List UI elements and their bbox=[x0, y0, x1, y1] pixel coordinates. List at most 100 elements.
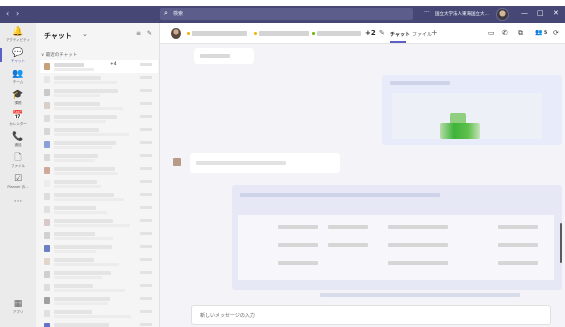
new-chat-icon[interactable]: ✎ bbox=[147, 30, 152, 37]
chat-time-redacted bbox=[140, 310, 152, 313]
member-name-3[interactable] bbox=[317, 31, 361, 36]
rail-item-calls[interactable]: 📞 通話 bbox=[0, 132, 36, 148]
redacted-text bbox=[196, 161, 286, 165]
chat-item[interactable] bbox=[40, 112, 158, 125]
filter-icon[interactable]: ≡ bbox=[136, 30, 141, 37]
chat-item[interactable] bbox=[40, 268, 158, 281]
chat-item[interactable] bbox=[40, 164, 158, 177]
chat-time-redacted bbox=[140, 193, 152, 196]
sender-avatar[interactable] bbox=[173, 158, 181, 166]
chat-name-redacted bbox=[54, 245, 112, 249]
chat-item[interactable] bbox=[40, 190, 158, 203]
minimize-icon[interactable]: — bbox=[521, 9, 528, 17]
forward-arrow-icon[interactable]: › bbox=[16, 9, 19, 18]
scrollbar-thumb[interactable] bbox=[560, 223, 562, 263]
message-bubble[interactable] bbox=[194, 48, 254, 64]
rail-item-activity[interactable]: 🔔 アクティビティ bbox=[0, 27, 36, 43]
message-bubble-own-image[interactable] bbox=[382, 75, 562, 145]
chat-time-redacted bbox=[140, 89, 152, 92]
chat-list-title[interactable]: チャット bbox=[44, 31, 72, 41]
popout-icon[interactable]: ⟳ bbox=[553, 29, 559, 37]
message-bubble[interactable] bbox=[190, 153, 340, 173]
chat-preview-redacted bbox=[54, 185, 101, 188]
chat-time-redacted bbox=[140, 219, 152, 222]
screen-share-icon[interactable]: ⧉ bbox=[518, 29, 523, 38]
chat-item[interactable] bbox=[40, 281, 158, 294]
chat-avatar bbox=[44, 310, 50, 317]
chat-item[interactable] bbox=[40, 203, 158, 216]
chat-item[interactable] bbox=[40, 138, 158, 151]
chat-time-redacted bbox=[140, 154, 152, 157]
table-attachment[interactable] bbox=[238, 215, 554, 280]
more-options-icon[interactable]: ··· bbox=[424, 9, 430, 16]
table-cell bbox=[328, 225, 368, 229]
chat-name-redacted bbox=[54, 128, 99, 132]
rail-item-planner[interactable]: ☑ Planner お... bbox=[0, 174, 36, 190]
chat-item[interactable] bbox=[40, 151, 158, 164]
rename-pencil-icon[interactable]: ✎ bbox=[379, 29, 385, 37]
chat-item[interactable] bbox=[40, 99, 158, 112]
chat-avatar bbox=[44, 232, 50, 239]
presence-dot-3 bbox=[312, 32, 315, 35]
chat-item[interactable] bbox=[40, 229, 158, 242]
recent-chats-header[interactable]: ∨ 最近のチャット bbox=[41, 52, 77, 58]
chat-name-redacted bbox=[54, 89, 118, 93]
rail-item-assignments[interactable]: 🎓 課題 bbox=[0, 90, 36, 106]
chat-item[interactable] bbox=[40, 255, 158, 268]
rail-item-calendar[interactable]: 📅 カレンダー bbox=[0, 111, 36, 127]
active-tab-indicator bbox=[390, 41, 406, 43]
group-avatar[interactable] bbox=[171, 28, 181, 39]
chat-preview-redacted bbox=[54, 68, 94, 71]
profile-avatar[interactable] bbox=[496, 8, 509, 21]
chat-item[interactable] bbox=[40, 307, 158, 320]
rail-item-teams[interactable]: 👥 チーム bbox=[0, 69, 36, 85]
tab-files[interactable]: ファイル bbox=[412, 31, 432, 38]
image-attachment[interactable] bbox=[392, 93, 542, 139]
chat-time-redacted bbox=[140, 297, 152, 300]
planner-icon: ☑ bbox=[13, 174, 23, 184]
compose-box[interactable]: 新しいメッセージの入力 bbox=[191, 305, 551, 325]
chat-name-redacted bbox=[54, 76, 101, 80]
maximize-icon[interactable]: □ bbox=[537, 9, 544, 17]
chat-item[interactable] bbox=[40, 294, 158, 307]
close-icon[interactable]: ✕ bbox=[553, 9, 559, 17]
chevron-down-icon[interactable]: ⌄ bbox=[82, 30, 88, 38]
chat-time-redacted bbox=[140, 76, 152, 79]
rail-item-more-apps[interactable]: ··· bbox=[0, 197, 36, 208]
add-tab-icon[interactable]: + bbox=[431, 28, 438, 37]
table-cell bbox=[278, 261, 318, 265]
tab-chat[interactable]: チャット bbox=[390, 31, 410, 38]
apps-grid-icon: ▦ bbox=[13, 299, 23, 309]
video-call-icon[interactable]: ▭ bbox=[488, 29, 495, 37]
chat-item[interactable] bbox=[40, 86, 158, 99]
chat-item[interactable] bbox=[40, 320, 158, 327]
rail-item-chat[interactable]: 💬 チャット bbox=[0, 48, 36, 64]
phone-call-icon[interactable]: ✆ bbox=[502, 29, 508, 37]
participants-icon[interactable]: 👥 bbox=[535, 29, 542, 36]
table-cell bbox=[388, 225, 448, 229]
chat-name-redacted bbox=[54, 102, 100, 106]
app-rail: 🔔 アクティビティ 💬 チャット 👥 チーム 🎓 課題 📅 カレンダー 📞 通話… bbox=[0, 23, 36, 327]
table-cell bbox=[498, 225, 538, 229]
chat-avatar bbox=[44, 63, 50, 70]
chat-item-selected[interactable]: +4 bbox=[40, 60, 158, 73]
more-members-count[interactable]: +2 bbox=[365, 29, 376, 37]
member-name-2[interactable] bbox=[259, 31, 309, 36]
rail-item-apps[interactable]: ▦ アプリ bbox=[0, 299, 36, 315]
chat-item[interactable] bbox=[40, 177, 158, 190]
chat-item[interactable] bbox=[40, 125, 158, 138]
conversation-header: +2 ✎ チャット ファイル + ▭ ✆ ⧉ 👥 5 ⟳ bbox=[160, 23, 565, 44]
chat-item[interactable] bbox=[40, 242, 158, 255]
chat-preview-redacted bbox=[54, 315, 131, 318]
rail-item-files[interactable]: 🗋 ファイル bbox=[0, 153, 36, 169]
member-count: +4 bbox=[110, 62, 117, 67]
chat-item[interactable] bbox=[40, 216, 158, 229]
message-bubble-own-table[interactable] bbox=[232, 185, 562, 290]
search-bar[interactable]: ⌕ 検索 bbox=[160, 8, 413, 20]
chat-item[interactable] bbox=[40, 73, 158, 86]
back-arrow-icon[interactable]: ‹ bbox=[6, 9, 9, 18]
chat-time-redacted bbox=[140, 206, 152, 209]
chat-preview-redacted bbox=[54, 81, 117, 84]
member-name-1[interactable] bbox=[192, 31, 247, 36]
org-name[interactable]: 国立大学法人東海国立大... bbox=[435, 11, 489, 17]
